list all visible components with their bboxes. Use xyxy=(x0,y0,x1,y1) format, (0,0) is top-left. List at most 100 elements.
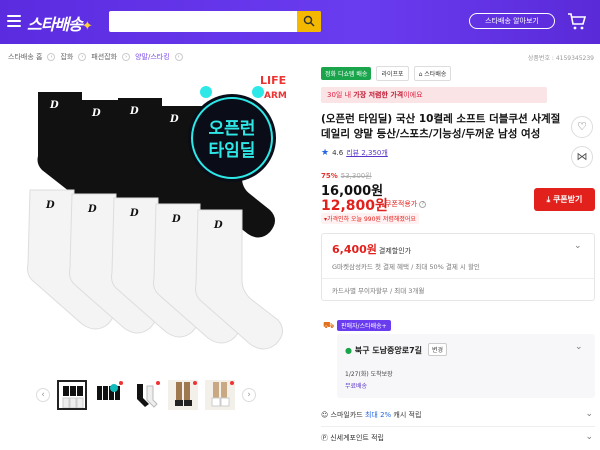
chevron-icon: › xyxy=(78,53,87,61)
thumbnail[interactable] xyxy=(205,380,235,410)
coupon-label-text: 쿠폰적용가 xyxy=(385,200,418,208)
smile-highlight: 최대 2% xyxy=(364,411,392,419)
star-icon: ★ xyxy=(321,148,330,158)
arm-text: ARM xyxy=(264,91,287,101)
tag-label: 스타배송 xyxy=(424,71,447,78)
chevron-down-icon[interactable]: ⌄ xyxy=(585,432,593,442)
price-drop-note: ▾가격인하 오늘 990원 저렴해졌어요 xyxy=(321,213,419,224)
tag-badge: 정화 디쇼템 배송 xyxy=(321,67,372,80)
breadcrumb-item[interactable]: 패션잡화 xyxy=(91,52,117,62)
thumb-prev-button[interactable]: ‹ xyxy=(36,388,50,402)
breadcrumb: 스타배송 홈 › 잡화 › 패션잡화 › 양말/스타킹 › xyxy=(8,52,183,62)
tag-row: 정화 디쇼템 배송 라이프포 ⌂ 스타배송 xyxy=(321,66,595,81)
svg-text:D: D xyxy=(129,106,139,117)
svg-text:D: D xyxy=(87,204,97,215)
cart-icon[interactable] xyxy=(567,11,587,31)
divider xyxy=(322,278,594,279)
search-button[interactable] xyxy=(297,11,321,32)
openrun-text: 오픈런 xyxy=(209,119,256,139)
new-dot-icon xyxy=(193,381,197,385)
coupon-price-label: 쿠폰적용가 ? xyxy=(385,199,427,209)
shipping-badge: 판매자/스타배송+ xyxy=(337,320,391,331)
hamburger-menu-icon[interactable] xyxy=(7,15,21,27)
thumbnail[interactable] xyxy=(131,380,161,410)
chevron-down-icon[interactable]: ⌄ xyxy=(575,342,583,352)
point-icon: Ⓟ xyxy=(321,434,331,442)
free-shipping-label: 무료배송 xyxy=(345,383,368,390)
rating-row: ★ 4.6 리뷰 2,350개 xyxy=(321,148,595,158)
chevron-down-icon[interactable]: ⌄ xyxy=(574,241,582,251)
socks-thumbnail-image xyxy=(59,382,85,408)
discount-percent: 75% xyxy=(321,172,338,180)
card-benefit-box[interactable]: 6,400원 결제할인가 ⌄ G마켓삼성카드 첫 결제 혜택 / 최대 50% 결… xyxy=(321,233,595,301)
chevron-icon: › xyxy=(47,53,56,61)
get-coupon-button[interactable]: ⤓ 쿠폰받기 xyxy=(534,188,595,211)
point-text: 신세계포인트 적립 xyxy=(330,434,384,442)
top-header: 스타배송✦ 스타배송 알아보기 xyxy=(0,0,600,44)
card-discount-price: 6,400원 결제할인가 xyxy=(332,241,411,257)
location-pin-icon: ● xyxy=(345,346,355,355)
tag-badge[interactable]: 라이프포 xyxy=(376,66,409,81)
search-input[interactable] xyxy=(109,11,321,32)
card-benefit-desc: G마켓삼성카드 첫 결제 혜택 / 최대 50% 결제 시 할인 xyxy=(332,263,480,271)
lowest-price-banner: 30일 내 가장 저렴한 가격이에요 xyxy=(321,87,547,103)
tag-badge[interactable]: ⌂ 스타배송 xyxy=(413,66,452,81)
product-number: 상품번호 : 4159345239 xyxy=(527,55,594,62)
card-price-value: 6,400원 xyxy=(332,243,377,256)
smile-icon: ☺ xyxy=(321,411,331,419)
rating-value: 4.6 xyxy=(332,149,344,157)
help-icon[interactable]: ? xyxy=(419,200,427,208)
thumbnail[interactable] xyxy=(94,380,124,410)
delivery-date: 1/27(화) 도착보장 xyxy=(345,371,393,378)
svg-text:D: D xyxy=(91,108,101,119)
truck-icon: ⛟ xyxy=(323,321,335,331)
smile-suffix: 캐시 적립 xyxy=(391,411,422,419)
svg-text:D: D xyxy=(171,214,181,225)
svg-text:D: D xyxy=(169,114,179,125)
new-dot-icon xyxy=(119,381,123,385)
new-dot-icon xyxy=(230,381,234,385)
shipping-box[interactable]: ● 북구 도남중앙로7길 변경 ⌄ 1/27(화) 도착보장 무료배송 xyxy=(337,334,595,398)
card-price-label: 결제할인가 xyxy=(378,247,412,255)
thumbnail-strip: ‹ › xyxy=(36,380,256,410)
coupon-button-label: 쿠폰받기 xyxy=(552,195,583,204)
location-text: 북구 도남중앙로7길 xyxy=(354,346,422,355)
thumbnail[interactable] xyxy=(57,380,87,410)
breadcrumb-current[interactable]: 양말/스타킹 xyxy=(135,52,170,62)
installment-info: 카드사별 무이자할부 / 최대 3개월 xyxy=(332,287,425,295)
promo-text: 30일 내 xyxy=(327,91,354,99)
star-delivery-info-button[interactable]: 스타배송 알아보기 xyxy=(469,13,555,29)
smile-card-row[interactable]: ☺ 스마일카드 최대 2% 캐시 적립 ⌄ xyxy=(321,409,595,420)
side-actions: ♡ ⋈ xyxy=(571,116,593,176)
search-icon xyxy=(303,15,315,27)
price-drop-text: 가격인하 오늘 990원 저렴해졌어요 xyxy=(327,216,416,223)
thumbnail[interactable] xyxy=(168,380,198,410)
breadcrumb-home[interactable]: 스타배송 홈 xyxy=(8,52,42,62)
chevron-icon: › xyxy=(174,53,183,61)
heart-icon[interactable]: ♡ xyxy=(571,116,593,138)
chevron-icon: › xyxy=(122,53,131,61)
star-delivery-logo[interactable]: 스타배송✦ xyxy=(27,11,93,35)
svg-text:D: D xyxy=(213,220,223,231)
review-count-link[interactable]: 리뷰 2,350개 xyxy=(346,148,388,158)
divider xyxy=(321,426,595,427)
svg-text:D: D xyxy=(49,100,59,111)
new-dot-icon xyxy=(156,381,160,385)
product-info: 정화 디쇼템 배송 라이프포 ⌂ 스타배송 30일 내 가장 저렴한 가격이에요… xyxy=(321,66,595,158)
point-row[interactable]: Ⓟ 신세계포인트 적립 ⌄ xyxy=(321,432,595,443)
thumb-next-button[interactable]: › xyxy=(242,388,256,402)
svg-text:D: D xyxy=(45,200,55,211)
original-price: 53,300원 xyxy=(340,172,372,180)
svg-text:D: D xyxy=(129,208,139,219)
promo-highlight: 가장 저렴한 가격 xyxy=(353,91,404,99)
product-title: (오픈런 타임딜) 국산 10켤레 소프트 더블쿠션 사계절 데일리 양말 등산… xyxy=(321,113,561,140)
coupon-price: 12,800원 xyxy=(321,198,388,214)
breadcrumb-item[interactable]: 잡화 xyxy=(60,52,73,62)
share-icon[interactable]: ⋈ xyxy=(571,146,593,168)
life-text: LIFE xyxy=(260,74,286,87)
main-product-image[interactable]: D D D D LIFE ARM 오픈런 타임딜 D D D D D xyxy=(10,66,302,362)
socks-product-image: D D D D LIFE ARM 오픈런 타임딜 D D D D D xyxy=(10,66,302,362)
chevron-down-icon[interactable]: ⌄ xyxy=(585,409,593,419)
smile-prefix: 스마일카드 xyxy=(330,411,365,419)
change-location-button[interactable]: 변경 xyxy=(428,343,448,356)
